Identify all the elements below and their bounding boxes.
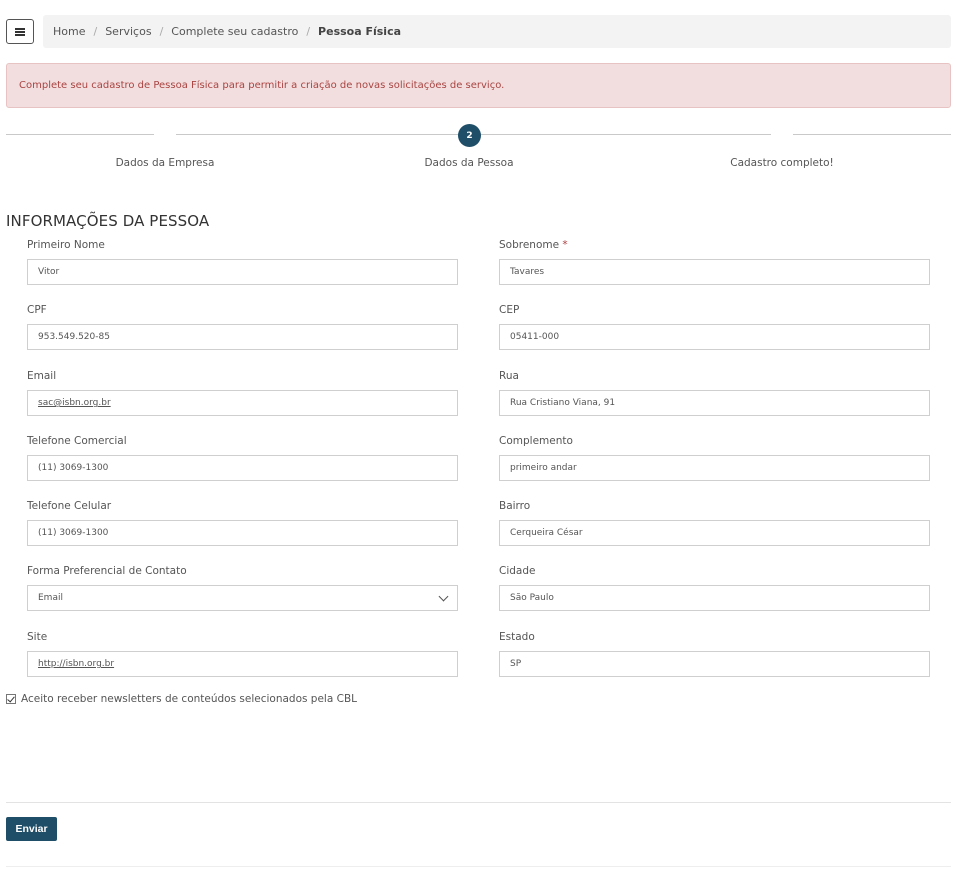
breadcrumb-home-link[interactable]: Home xyxy=(53,25,85,38)
required-asterisk: * xyxy=(562,239,568,251)
site-input[interactable]: http://isbn.org.br xyxy=(27,651,458,677)
mobile-phone-field: Telefone Celular (11) 3069-1300 xyxy=(27,500,458,546)
step-label-empresa: Dados da Empresa xyxy=(115,157,215,169)
step-number-badge: 2 xyxy=(458,124,481,147)
breadcrumb-separator: / xyxy=(159,25,164,38)
field-label: Email xyxy=(27,370,57,382)
stepper-line xyxy=(6,134,154,135)
breadcrumb-complete-cadastro-link[interactable]: Complete seu cadastro xyxy=(171,25,298,38)
field-label: Complemento xyxy=(499,435,573,447)
menu-button[interactable] xyxy=(6,19,34,44)
state-field: Estado SP xyxy=(499,631,930,677)
cep-field: CEP 05411-000 xyxy=(499,304,930,350)
chevron-down-icon xyxy=(438,591,449,602)
complement-field: Complemento primeiro andar xyxy=(499,435,930,481)
cep-input[interactable]: 05411-000 xyxy=(499,324,930,350)
progress-stepper: 2 Dados da Empresa Dados da Pessoa Cadas… xyxy=(6,124,951,174)
email-field: Email sac@isbn.org.br xyxy=(27,370,458,416)
business-phone-field: Telefone Comercial (11) 3069-1300 xyxy=(27,435,458,481)
state-input[interactable]: SP xyxy=(499,651,930,677)
step-label-completo: Cadastro completo! xyxy=(730,157,834,169)
stepper-line xyxy=(793,134,951,135)
field-label: Forma Preferencial de Contato xyxy=(27,565,187,577)
breadcrumb-servicos-link[interactable]: Serviços xyxy=(105,25,151,38)
field-label: Estado xyxy=(499,631,535,643)
field-label: CPF xyxy=(27,304,47,316)
field-label: Primeiro Nome xyxy=(27,239,105,251)
divider xyxy=(6,802,951,803)
city-field: Cidade São Paulo xyxy=(499,565,930,611)
alert-text: Complete seu cadastro de Pessoa Física p… xyxy=(19,80,505,91)
street-field: Rua Rua Cristiano Viana, 91 xyxy=(499,370,930,416)
cpf-field: CPF 953.549.520-85 xyxy=(27,304,458,350)
newsletter-checkbox[interactable] xyxy=(6,694,16,704)
breadcrumb-separator: / xyxy=(306,25,311,38)
contact-preference-field: Forma Preferencial de Contato Email xyxy=(27,565,458,611)
first-name-field: Primeiro Nome Vitor xyxy=(27,239,458,285)
contact-preference-select[interactable]: Email xyxy=(27,585,458,611)
business-phone-input[interactable]: (11) 3069-1300 xyxy=(27,455,458,481)
neighborhood-field: Bairro Cerqueira César xyxy=(499,500,930,546)
last-name-input[interactable]: Tavares xyxy=(499,259,930,285)
site-field: Site http://isbn.org.br xyxy=(27,631,458,677)
street-input[interactable]: Rua Cristiano Viana, 91 xyxy=(499,390,930,416)
hamburger-icon xyxy=(15,27,25,36)
cpf-input[interactable]: 953.549.520-85 xyxy=(27,324,458,350)
submit-button[interactable]: Enviar xyxy=(6,817,57,841)
field-label: Telefone Comercial xyxy=(27,435,127,447)
breadcrumb-current: Pessoa Física xyxy=(318,25,402,38)
field-label: Cidade xyxy=(499,565,536,577)
newsletter-option: Aceito receber newsletters de conteúdos … xyxy=(6,693,357,705)
field-label: Telefone Celular xyxy=(27,500,112,512)
last-name-field: Sobrenome * Tavares xyxy=(499,239,930,285)
mobile-phone-input[interactable]: (11) 3069-1300 xyxy=(27,520,458,546)
divider xyxy=(6,866,951,867)
complement-input[interactable]: primeiro andar xyxy=(499,455,930,481)
breadcrumb: Home / Serviços / Complete seu cadastro … xyxy=(43,15,951,48)
breadcrumb-separator: / xyxy=(93,25,98,38)
field-label: CEP xyxy=(499,304,520,316)
neighborhood-input[interactable]: Cerqueira César xyxy=(499,520,930,546)
city-input[interactable]: São Paulo xyxy=(499,585,930,611)
first-name-input[interactable]: Vitor xyxy=(27,259,458,285)
field-label: Site xyxy=(27,631,48,643)
field-label: Rua xyxy=(499,370,519,382)
field-label: Sobrenome * xyxy=(499,239,568,251)
alert-message: Complete seu cadastro de Pessoa Física p… xyxy=(6,63,951,108)
step-label-pessoa: Dados da Pessoa xyxy=(424,157,514,169)
section-title: INFORMAÇÕES DA PESSOA xyxy=(6,212,210,230)
newsletter-label: Aceito receber newsletters de conteúdos … xyxy=(21,693,358,705)
email-input[interactable]: sac@isbn.org.br xyxy=(27,390,458,416)
field-label: Bairro xyxy=(499,500,531,512)
